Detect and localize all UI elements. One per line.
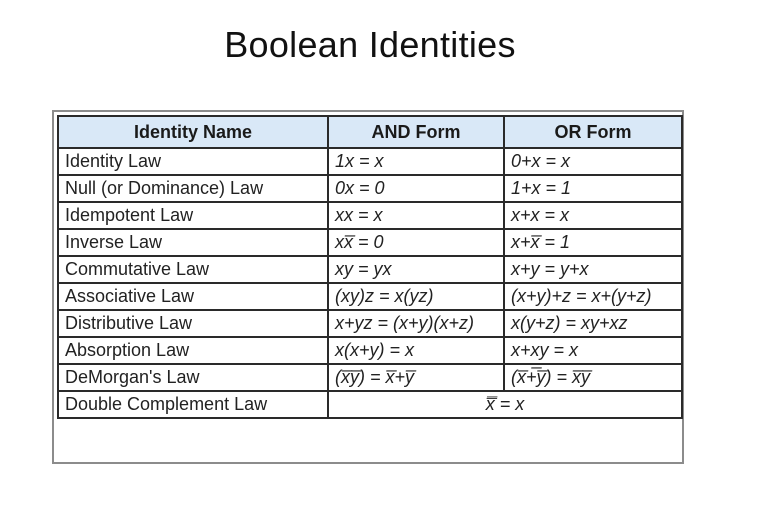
table-row: Associative Law (xy)z = x(yz) (x+y)+z = … xyxy=(57,282,683,311)
header-or-form: OR Form xyxy=(503,115,683,149)
table-row: Distributive Law x+yz = (x+y)(x+z) x(y+z… xyxy=(57,309,683,338)
identity-name-cell: Associative Law xyxy=(57,282,329,311)
identity-name-cell: Null (or Dominance) Law xyxy=(57,174,329,203)
slide-title: Boolean Identities xyxy=(224,24,516,65)
header-and-form: AND Form xyxy=(327,115,505,149)
and-form-cell: xy = yx xyxy=(327,255,505,284)
and-form-cell: xx = x xyxy=(327,201,505,230)
identity-name-cell: Idempotent Law xyxy=(57,201,329,230)
and-form-cell: (x̅y̅) = x̅+y̅ xyxy=(327,363,505,392)
table-row: DeMorgan's Law (x̅y̅) = x̅+y̅ (x̅+̅y̅) =… xyxy=(57,363,683,392)
or-form-cell: x+x̅ = 1 xyxy=(503,228,683,257)
or-form-cell: 1+x = 1 xyxy=(503,174,683,203)
identity-name-cell: Distributive Law xyxy=(57,309,329,338)
merged-form-cell: x̿ = x xyxy=(327,390,683,419)
table-row: Identity Law 1x = x 0+x = x xyxy=(57,147,683,176)
identity-name-cell: DeMorgan's Law xyxy=(57,363,329,392)
and-form-cell: xx̅ = 0 xyxy=(327,228,505,257)
and-form-cell: x(x+y) = x xyxy=(327,336,505,365)
table-row: Double Complement Law x̿ = x xyxy=(57,390,683,419)
or-form-cell: x+y = y+x xyxy=(503,255,683,284)
or-form-cell: x+x = x xyxy=(503,201,683,230)
table-header-row: Identity Name AND Form OR Form xyxy=(57,115,683,149)
or-form-cell: (x+y)+z = x+(y+z) xyxy=(503,282,683,311)
or-form-cell: x(y+z) = xy+xz xyxy=(503,309,683,338)
and-form-cell: 1x = x xyxy=(327,147,505,176)
table-row: Inverse Law xx̅ = 0 x+x̅ = 1 xyxy=(57,228,683,257)
identity-name-cell: Commutative Law xyxy=(57,255,329,284)
identity-name-cell: Inverse Law xyxy=(57,228,329,257)
or-form-cell: x+xy = x xyxy=(503,336,683,365)
or-form-cell: 0+x = x xyxy=(503,147,683,176)
table-row: Commutative Law xy = yx x+y = y+x xyxy=(57,255,683,284)
and-form-cell: x+yz = (x+y)(x+z) xyxy=(327,309,505,338)
table-row: Null (or Dominance) Law 0x = 0 1+x = 1 xyxy=(57,174,683,203)
table-row: Absorption Law x(x+y) = x x+xy = x xyxy=(57,336,683,365)
identity-name-cell: Absorption Law xyxy=(57,336,329,365)
identity-name-cell: Identity Law xyxy=(57,147,329,176)
identity-name-cell: Double Complement Law xyxy=(57,390,329,419)
and-form-cell: (xy)z = x(yz) xyxy=(327,282,505,311)
or-form-cell: (x̅+̅y̅) = x̅y̅ xyxy=(503,363,683,392)
boolean-identities-table: Identity Name AND Form OR Form Identity … xyxy=(57,115,683,419)
and-form-cell: 0x = 0 xyxy=(327,174,505,203)
header-identity-name: Identity Name xyxy=(57,115,329,149)
table-row: Idempotent Law xx = x x+x = x xyxy=(57,201,683,230)
